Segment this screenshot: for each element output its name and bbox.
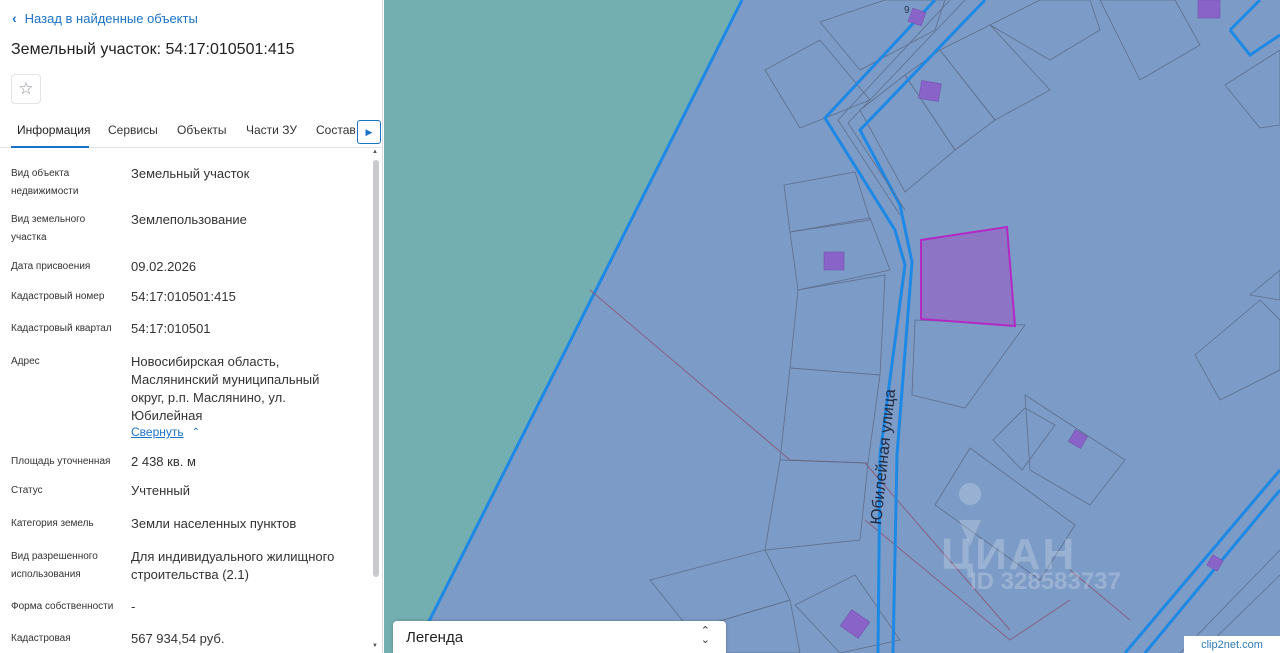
field-label: Категория земель (11, 518, 94, 529)
field-value: Учтенный (131, 483, 191, 498)
field-value: 54:17:010501:415 (131, 289, 236, 304)
collapse-link[interactable]: Свернуть (131, 425, 184, 439)
tabs-scroll-right-button[interactable]: ▶ (357, 120, 381, 144)
field-value: Землепользование (131, 212, 247, 227)
field-label: Статус (11, 485, 43, 496)
page-title: Земельный участок: 54:17:010501:415 (11, 41, 295, 58)
collapse-toggle[interactable]: Свернуть ⌃ (131, 425, 200, 439)
chevron-up-icon: ⌃ (191, 426, 201, 438)
back-link[interactable]: ‹ Назад в найденные объекты (12, 10, 198, 26)
back-label: Назад в найденные объекты (24, 10, 198, 26)
info-panel: ‹ Назад в найденные объекты Земельный уч… (0, 0, 383, 653)
chevron-right-icon: ▶ (365, 126, 373, 137)
favorite-button[interactable]: ☆ (11, 74, 41, 104)
field-label: Дата присвоения (11, 261, 91, 272)
field-value: 09.02.2026 (131, 259, 197, 274)
active-tab-indicator (11, 146, 89, 148)
watermark-id: ID 328583737 (970, 568, 1121, 595)
attribution-badge[interactable]: clip2net.com (1184, 636, 1280, 653)
cadastral-map[interactable]: ЦИАН ID 328583737 9 Юбилейная улица (384, 0, 1280, 653)
field-value: 2 438 кв. м (131, 454, 196, 469)
field-value: Земли населенных пунктов (131, 516, 297, 531)
house-number: 9 (904, 5, 910, 16)
star-icon: ☆ (18, 79, 34, 98)
tab-info[interactable]: Информация (17, 123, 90, 137)
field-value: - (131, 599, 136, 614)
field-label: Кадастровый квартал (11, 323, 112, 334)
expand-collapse-icon[interactable]: ⌃ ⌄ (701, 626, 710, 646)
selected-parcel (920, 225, 1017, 328)
field-label: Адрес (11, 356, 40, 367)
field-label: Форма собственности (11, 601, 114, 612)
tab-bar: Информация Сервисы Объекты Части ЗУ Сост… (0, 118, 382, 148)
tab-services[interactable]: Сервисы (108, 123, 158, 137)
field-label: Кадастровая (11, 633, 71, 644)
scroll-down-arrow-icon[interactable]: ▼ (372, 643, 378, 649)
field-label: Кадастровый номер (11, 291, 105, 302)
field-label: Площадь уточненная (11, 456, 111, 467)
field-value: Для индивидуального жилищного строительс… (131, 549, 335, 582)
legend-label: Легенда (406, 629, 464, 646)
chevron-left-icon: ‹ (12, 10, 17, 26)
field-value: Новосибирская область, Маслянинский муни… (131, 354, 320, 423)
legend-panel[interactable]: Легенда ⌃ ⌄ (393, 621, 726, 653)
tab-parts[interactable]: Части ЗУ (246, 123, 297, 137)
tab-composition[interactable]: Состав (316, 123, 356, 137)
scrollbar-thumb[interactable] (373, 160, 379, 577)
field-value: 567 934,54 руб. (131, 631, 225, 646)
tab-objects[interactable]: Объекты (177, 123, 227, 137)
field-label: Вид объекта недвижимости (11, 168, 79, 197)
field-value: 54:17:010501 (131, 321, 211, 336)
scroll-up-arrow-icon[interactable]: ▲ (372, 149, 378, 155)
field-value: Земельный участок (131, 166, 250, 181)
field-label: Вид разрешенного использования (11, 551, 98, 580)
field-label: Вид земельного участка (11, 214, 86, 243)
